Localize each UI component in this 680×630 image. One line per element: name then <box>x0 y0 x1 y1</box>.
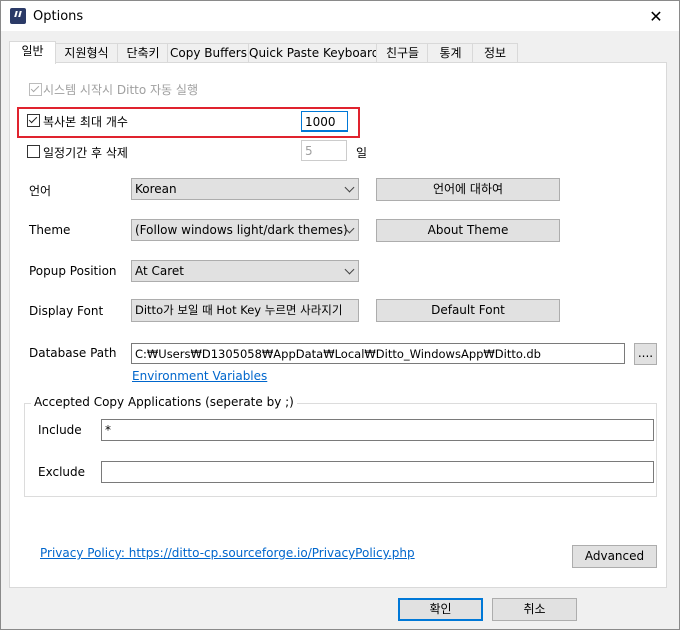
accepted-apps-group-label: Accepted Copy Applications (seperate by … <box>31 395 297 409</box>
chevron-down-icon <box>344 182 355 193</box>
expire-days-input[interactable]: 5 <box>301 140 347 161</box>
close-button[interactable]: ✕ <box>633 1 679 31</box>
autostart-label: 시스템 시작시 Ditto 자동 실행 <box>43 83 198 97</box>
privacy-policy-link[interactable]: Privacy Policy: https://ditto-cp.sourcef… <box>40 546 415 560</box>
expire-checkbox[interactable] <box>27 145 40 158</box>
options-window: Options ✕ 일반 지원형식 단축키 Copy Buffers Quick… <box>0 0 680 630</box>
tab-stats[interactable]: 통계 <box>427 43 474 63</box>
language-select[interactable]: Korean <box>131 178 359 200</box>
exclude-label: Exclude <box>38 465 86 479</box>
about-language-button[interactable]: 언어에 대하여 <box>376 178 560 201</box>
tab-quick-paste-keyboard[interactable]: Quick Paste Keyboard <box>248 43 379 63</box>
theme-value: (Follow windows light/dark themes) <box>135 223 348 237</box>
about-theme-button[interactable]: About Theme <box>376 219 560 242</box>
include-label: Include <box>38 423 82 437</box>
db-path-label: Database Path <box>29 346 117 360</box>
default-font-button[interactable]: Default Font <box>376 299 560 322</box>
advanced-button[interactable]: Advanced <box>572 545 657 568</box>
display-font-label: Display Font <box>29 304 104 318</box>
max-copies-label: 복사본 최대 개수 <box>43 115 128 129</box>
tab-supported-types[interactable]: 지원형식 <box>54 43 119 63</box>
theme-label: Theme <box>29 223 71 237</box>
title-bar: Options ✕ <box>1 1 679 31</box>
expire-unit-label: 일 <box>356 146 368 160</box>
language-label: 언어 <box>29 184 52 198</box>
ok-button[interactable]: 확인 <box>398 598 483 621</box>
popup-position-select[interactable]: At Caret <box>131 260 359 282</box>
autostart-checkbox[interactable] <box>29 83 42 96</box>
include-input[interactable]: * <box>101 419 654 441</box>
window-title: Options <box>33 9 84 24</box>
tab-general[interactable]: 일반 <box>9 41 56 64</box>
close-icon: ✕ <box>649 6 663 26</box>
db-path-input[interactable]: C:₩Users₩D1305058₩AppData₩Local₩Ditto_Wi… <box>131 343 625 364</box>
cancel-button[interactable]: 취소 <box>492 598 577 621</box>
environment-variables-link[interactable]: Environment Variables <box>132 369 267 383</box>
max-copies-input[interactable]: 1000 <box>301 111 348 132</box>
tab-copy-buffers[interactable]: Copy Buffers <box>167 43 250 63</box>
general-panel: 시스템 시작시 Ditto 자동 실행 복사본 최대 개수 1000 일정기간 … <box>9 62 667 588</box>
tab-about[interactable]: 정보 <box>472 43 518 63</box>
browse-button[interactable]: .... <box>634 343 657 365</box>
chevron-down-icon <box>344 264 355 275</box>
popup-position-value: At Caret <box>135 264 185 278</box>
ditto-app-icon <box>10 8 26 24</box>
tab-shortcuts[interactable]: 단축키 <box>117 43 169 63</box>
exclude-input[interactable] <box>101 461 654 483</box>
display-font-button[interactable]: Ditto가 보일 때 Hot Key 누르면 사라지기 <box>131 299 359 322</box>
theme-select[interactable]: (Follow windows light/dark themes) <box>131 219 359 241</box>
tab-friends[interactable]: 친구들 <box>376 43 429 63</box>
expire-label: 일정기간 후 삭제 <box>43 146 128 160</box>
language-value: Korean <box>135 182 177 196</box>
popup-position-label: Popup Position <box>29 264 117 278</box>
max-copies-checkbox[interactable] <box>27 114 40 127</box>
